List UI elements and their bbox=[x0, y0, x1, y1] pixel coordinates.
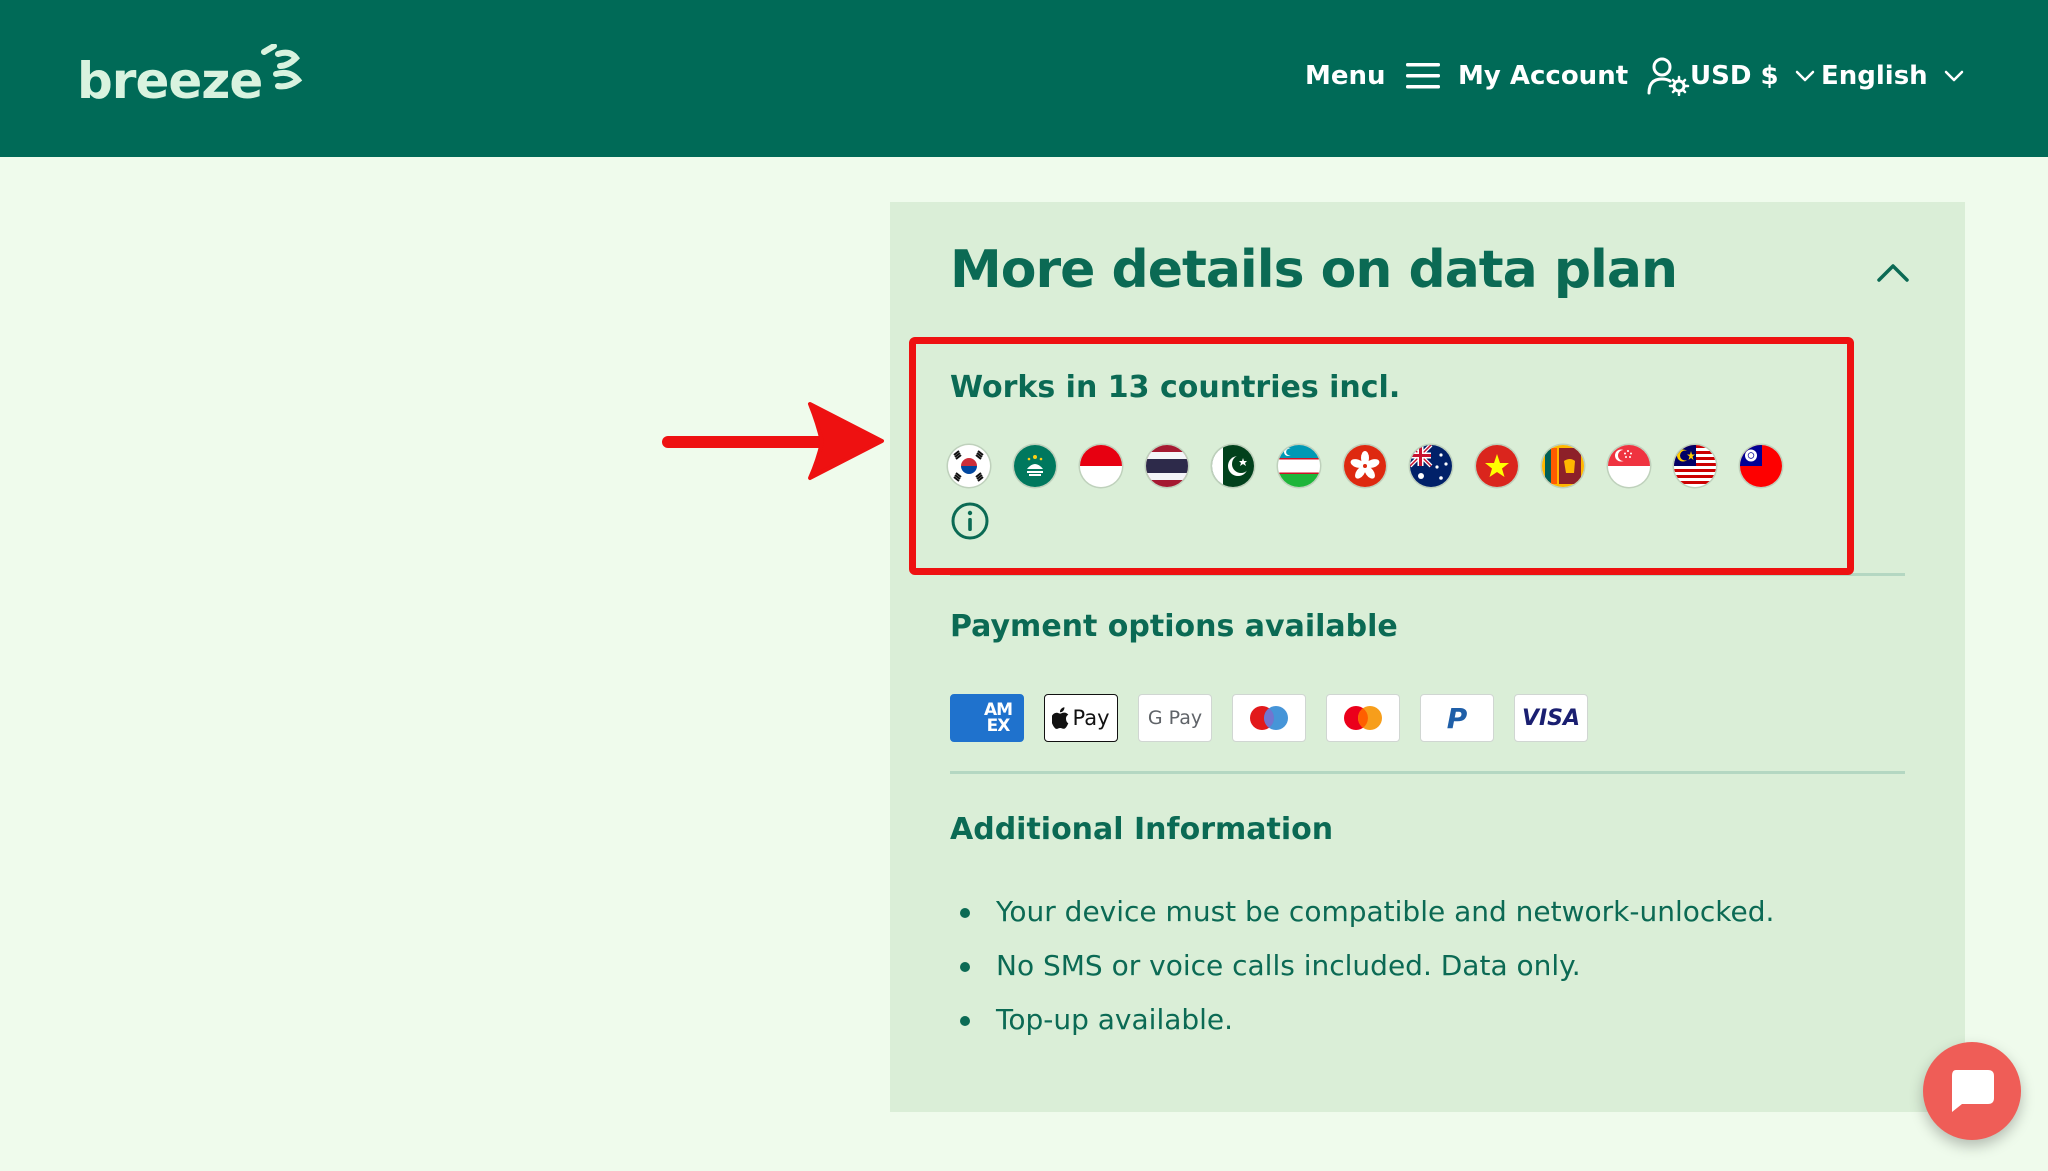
apple-logo-icon bbox=[1052, 707, 1069, 729]
list-item: Your device must be compatible and netwo… bbox=[960, 892, 1774, 946]
language-selector[interactable]: English bbox=[1821, 48, 1964, 104]
uzbekistan-flag-icon bbox=[1278, 445, 1320, 487]
chevron-up-icon[interactable] bbox=[1873, 252, 1913, 292]
australia-flag-icon bbox=[1410, 445, 1452, 487]
red-arrow-icon bbox=[662, 402, 884, 480]
pakistan-flag-icon bbox=[1212, 445, 1254, 487]
vietnam-flag-icon bbox=[1476, 445, 1518, 487]
mastercard-icon bbox=[1326, 694, 1400, 742]
amex-label: AM EX bbox=[983, 700, 1013, 736]
payment-options-list: AM EX Pay G Pay P VISA bbox=[950, 694, 1588, 742]
chevron-down-icon bbox=[1795, 70, 1814, 82]
panel-title: More details on data plan bbox=[950, 240, 1678, 300]
user-settings-icon bbox=[1647, 57, 1690, 96]
chat-button[interactable] bbox=[1923, 1042, 2021, 1140]
visa-icon: VISA bbox=[1514, 694, 1588, 742]
countries-heading: Works in 13 countries incl. bbox=[950, 370, 1401, 405]
section-divider bbox=[950, 771, 1905, 774]
language-label: English bbox=[1821, 61, 1928, 91]
maestro-icon bbox=[1232, 694, 1306, 742]
menu-button[interactable]: Menu bbox=[1305, 48, 1442, 104]
menu-label: Menu bbox=[1305, 61, 1386, 91]
additional-info-list: Your device must be compatible and netwo… bbox=[960, 892, 1774, 1054]
malaysia-flag-icon bbox=[1674, 445, 1716, 487]
macau-flag-icon bbox=[1014, 445, 1056, 487]
amex-icon: AM EX bbox=[950, 694, 1024, 742]
currency-label: USD $ bbox=[1690, 61, 1779, 91]
chevron-down-icon bbox=[1944, 70, 1963, 82]
payment-heading: Payment options available bbox=[950, 609, 1398, 644]
list-item: No SMS or voice calls included. Data onl… bbox=[960, 946, 1774, 1000]
currency-selector[interactable]: USD $ bbox=[1690, 48, 1815, 104]
singapore-flag-icon bbox=[1608, 445, 1650, 487]
my-account-label: My Account bbox=[1458, 61, 1629, 91]
apple-pay-label: Pay bbox=[1072, 706, 1110, 730]
visa-label: VISA bbox=[1521, 705, 1581, 731]
thailand-flag-icon bbox=[1146, 445, 1188, 487]
google-pay-label: G Pay bbox=[1147, 707, 1203, 729]
my-account-button[interactable]: My Account bbox=[1458, 48, 1690, 104]
additional-info-heading: Additional Information bbox=[950, 812, 1334, 847]
hong-kong-flag-icon bbox=[1344, 445, 1386, 487]
site-header: breeze Menu My Account USD $ English bbox=[0, 0, 2048, 157]
logo-signal-icon bbox=[261, 44, 303, 90]
country-flags-list bbox=[948, 445, 1782, 487]
taiwan-flag-icon bbox=[1740, 445, 1782, 487]
google-pay-icon: G Pay bbox=[1138, 694, 1212, 742]
sri-lanka-flag-icon bbox=[1542, 445, 1584, 487]
info-icon[interactable] bbox=[950, 501, 990, 541]
apple-pay-icon: Pay bbox=[1044, 694, 1118, 742]
breeze-logo[interactable]: breeze bbox=[77, 44, 306, 106]
list-item: Top-up available. bbox=[960, 1000, 1774, 1054]
section-divider bbox=[950, 573, 1905, 576]
data-plan-details-panel: More details on data plan Works in 13 co… bbox=[890, 202, 1965, 1112]
paypal-icon: P bbox=[1420, 694, 1494, 742]
chat-bubble-icon bbox=[1952, 1070, 1994, 1112]
indonesia-flag-icon bbox=[1080, 445, 1122, 487]
logo-text: breeze bbox=[77, 52, 263, 110]
south-korea-flag-icon bbox=[948, 445, 990, 487]
hamburger-icon bbox=[1405, 63, 1440, 89]
paypal-label: P bbox=[1446, 701, 1468, 735]
